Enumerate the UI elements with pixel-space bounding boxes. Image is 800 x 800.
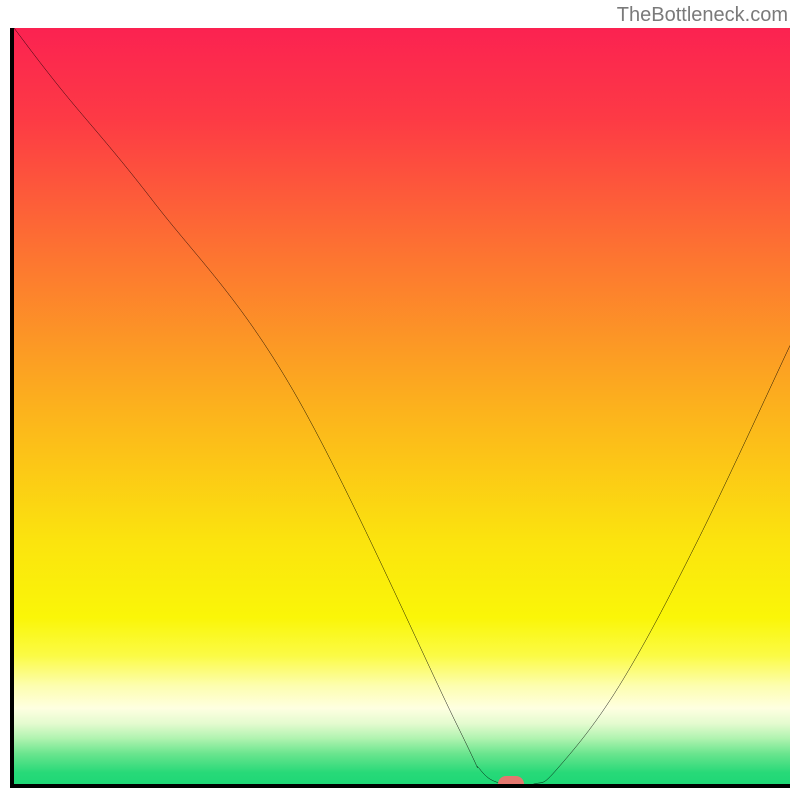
attribution-text: TheBottleneck.com <box>617 4 788 27</box>
plot-area <box>14 28 790 784</box>
x-axis <box>10 784 790 788</box>
bottleneck-curve <box>14 28 790 784</box>
chart-container <box>10 28 790 788</box>
optimal-point-marker <box>498 776 524 784</box>
